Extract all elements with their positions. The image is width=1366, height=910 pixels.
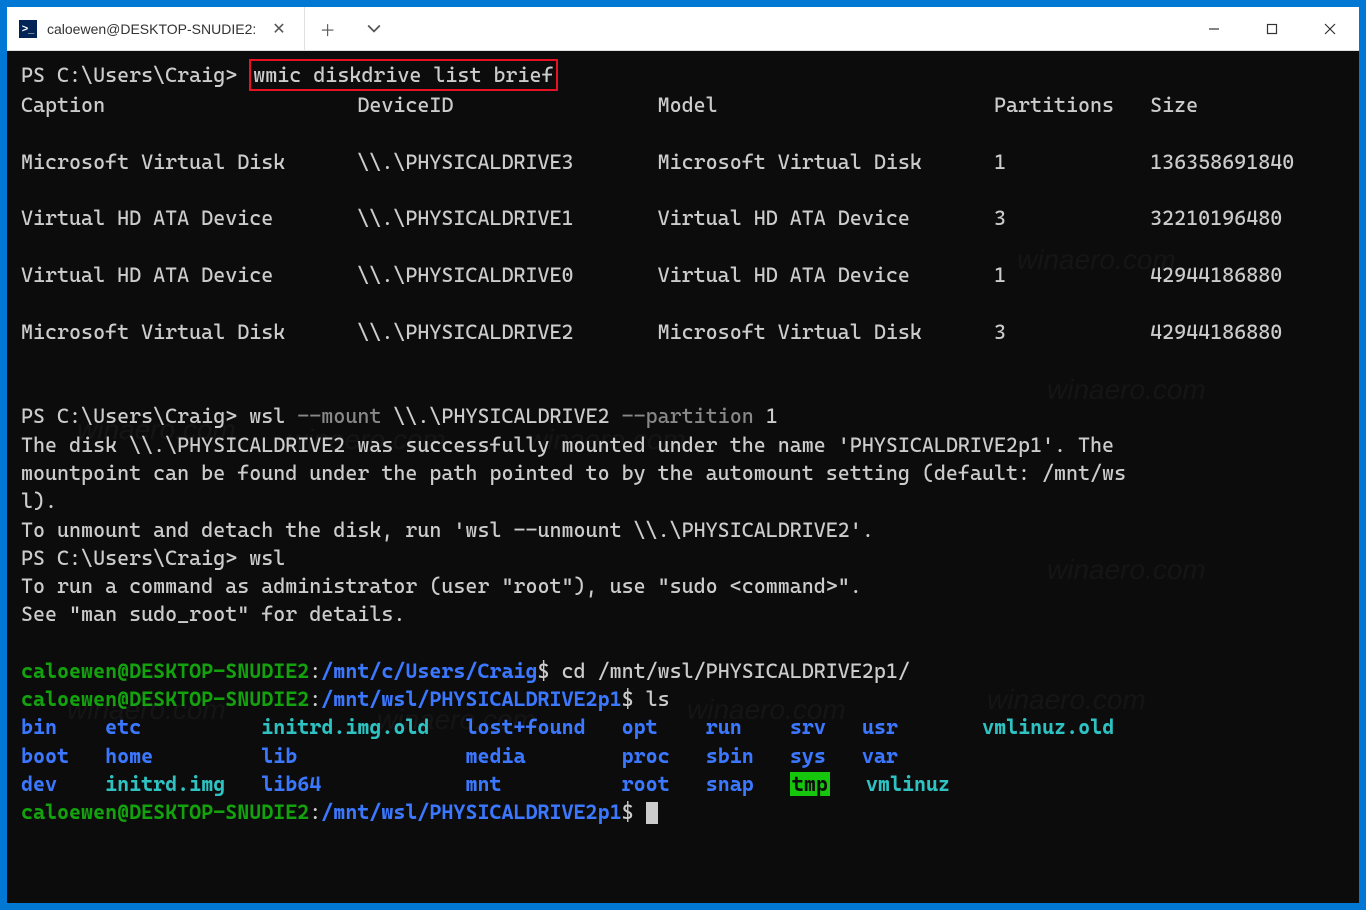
mount-output: The disk \\.\PHYSICALDRIVE2 was successf… [21,433,1126,542]
ls-entry: proc [622,744,670,768]
watermark: winaero.com [987,681,1146,720]
new-tab-button[interactable]: ＋ [305,7,351,50]
tab-dropdown-button[interactable] [351,7,397,50]
ls-entry: sys [790,744,826,768]
ls-entry: home [105,744,153,768]
ls-entry: root [622,772,670,796]
ls-entry: run [706,715,742,739]
table-row: Virtual HD ATA Device \\.\PHYSICALDRIVE1… [21,206,1282,230]
ps-prompt: PS C:\Users\Craig> [21,546,237,570]
ls-entry: var [862,744,898,768]
close-tab-icon[interactable]: ✕ [266,19,291,39]
titlebar: >_ caloewen@DESKTOP-SNUDIE2: ✕ ＋ [7,7,1359,51]
highlighted-command: wmic diskdrive list brief [249,59,557,91]
minimize-button[interactable] [1185,7,1243,50]
ls-entry: lib [261,744,297,768]
table-row: Virtual HD ATA Device \\.\PHYSICALDRIVE0… [21,263,1282,287]
ps-prompt: PS C:\Users\Craig> [21,63,237,87]
ls-entry: mnt [465,772,501,796]
table-row: Microsoft Virtual Disk \\.\PHYSICALDRIVE… [21,150,1294,174]
ls-entry: lost+found [465,715,585,739]
ls-entry: initrd.img.old [261,715,429,739]
table-header: Caption DeviceID Model Partitions Size [21,93,1198,117]
powershell-icon: >_ [19,20,37,38]
wsl-path: /mnt/wsl/PHYSICALDRIVE2p1 [321,800,621,824]
watermark: winaero.com [1047,551,1206,590]
ls-entry: lib64 [261,772,321,796]
ls-entry: sbin [706,744,754,768]
ps-prompt: PS C:\Users\Craig> [21,404,237,428]
wsl-path: /mnt/c/Users/Craig [321,659,537,683]
wsl-user-host: caloewen@DESKTOP-SNUDIE2 [21,687,309,711]
ls-entry: srv [790,715,826,739]
watermark: winaero.com [1047,371,1206,410]
ls-entry: usr [862,715,898,739]
ls-entry: tmp [790,772,830,796]
tab-title: caloewen@DESKTOP-SNUDIE2: [47,21,256,37]
ls-entry: initrd.img [105,772,225,796]
ls-entry: vmlinuz.old [982,715,1114,739]
wsl-path: /mnt/wsl/PHYSICALDRIVE2p1 [321,687,621,711]
cursor [646,802,658,824]
wsl-user-host: caloewen@DESKTOP-SNUDIE2 [21,800,309,824]
ls-entry: snap [706,772,754,796]
wsl-user-host: caloewen@DESKTOP-SNUDIE2 [21,659,309,683]
terminal-content[interactable]: PS C:\Users\Craig> wmic diskdrive list b… [7,51,1359,903]
ls-entry: opt [622,715,658,739]
table-row: Microsoft Virtual Disk \\.\PHYSICALDRIVE… [21,320,1282,344]
ls-entry: vmlinuz [866,772,950,796]
close-button[interactable] [1301,7,1359,50]
ls-entry: dev [21,772,57,796]
maximize-button[interactable] [1243,7,1301,50]
ls-entry: media [465,744,525,768]
terminal-tab[interactable]: >_ caloewen@DESKTOP-SNUDIE2: ✕ [7,7,305,50]
terminal-window: >_ caloewen@DESKTOP-SNUDIE2: ✕ ＋ PS C:\U… [6,6,1360,904]
sudo-output: To run a command as administrator (user … [21,574,862,626]
ls-entry: etc [105,715,141,739]
window-controls [1185,7,1359,50]
ls-entry: bin [21,715,57,739]
ls-entry: boot [21,744,69,768]
